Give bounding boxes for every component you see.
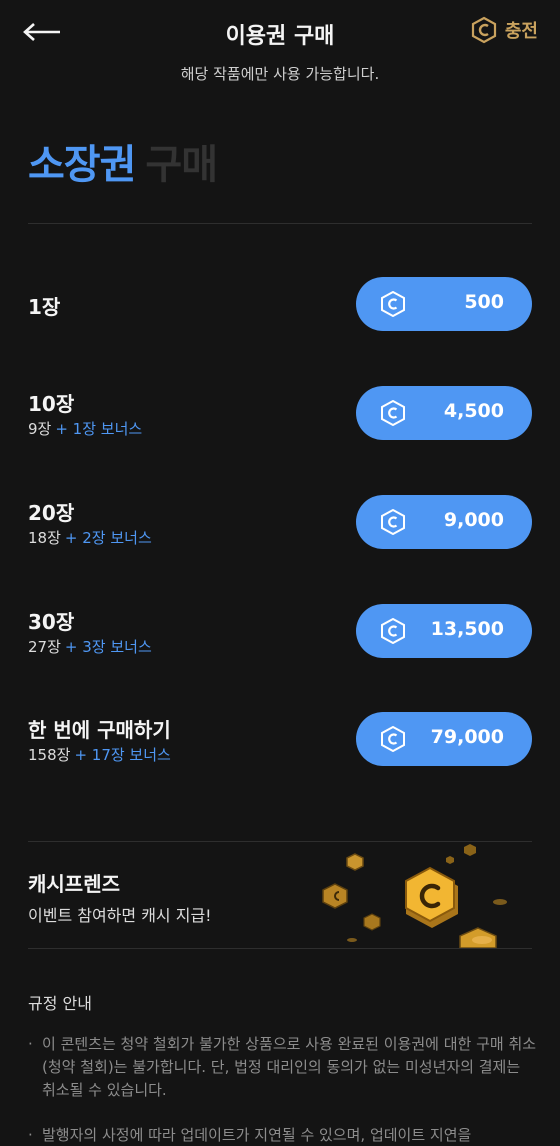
charge-label: 충전	[504, 21, 538, 42]
ticket-row: 10장 9장 + 1장 보너스 4,500	[0, 386, 560, 442]
ticket-row: 20장 18장 + 2장 보너스 9,000	[0, 495, 560, 551]
price-label: 9,000	[443, 509, 504, 531]
buy-button[interactable]: 79,000	[356, 712, 532, 766]
ticket-bonus: + 2장 보너스	[64, 529, 152, 547]
back-button[interactable]	[22, 14, 70, 50]
ticket-name: 10장	[28, 392, 75, 416]
buy-button[interactable]: 500	[356, 277, 532, 331]
ticket-detail: 18장 + 2장 보너스	[28, 527, 152, 548]
coin-icon	[471, 16, 496, 44]
buy-button[interactable]: 4,500	[356, 386, 532, 440]
ticket-base-count: 9장	[28, 420, 52, 438]
back-arrow-icon	[23, 23, 60, 41]
ticket-name: 20장	[28, 501, 75, 525]
rules-title: 규정 안내	[28, 994, 92, 1013]
ticket-base-count: 27장	[28, 638, 61, 656]
price-label: 500	[464, 291, 504, 313]
rule-item: 발행자의 사정에 따라 업데이트가 지연될 수 있으며, 업데이트 지연을	[28, 1124, 538, 1146]
ticket-base-count: 158장	[28, 746, 71, 764]
ticket-row: 한 번에 구매하기 158장 + 17장 보너스 79,000	[0, 712, 560, 768]
heading-accent: 소장권	[28, 142, 136, 188]
event-title: 캐시프렌즈	[28, 872, 120, 896]
ticket-base-count: 18장	[28, 529, 61, 547]
ticket-name: 30장	[28, 610, 75, 634]
ticket-detail: 158장 + 17장 보너스	[28, 744, 171, 765]
event-banner[interactable]: 캐시프렌즈 이벤트 참여하면 캐시 지급!	[0, 842, 560, 948]
coin-icon	[381, 291, 405, 317]
ticket-detail: 9장 + 1장 보너스	[28, 418, 142, 439]
coin-icon	[381, 509, 405, 535]
ticket-name: 한 번에 구매하기	[28, 718, 171, 742]
divider	[28, 948, 532, 949]
price-label: 4,500	[443, 400, 504, 422]
gold-coins-illustration	[322, 844, 507, 948]
usage-notice: 해당 작품에만 사용 가능합니다.	[180, 65, 380, 83]
ticket-bonus: + 17장 보너스	[74, 746, 171, 764]
buy-button[interactable]: 9,000	[356, 495, 532, 549]
ticket-row: 30장 27장 + 3장 보너스 13,500	[0, 604, 560, 660]
buy-button[interactable]: 13,500	[356, 604, 532, 658]
event-description: 이벤트 참여하면 캐시 지급!	[28, 906, 212, 925]
ticket-row: 1장 500	[0, 277, 560, 333]
charge-button[interactable]: 충전	[471, 16, 538, 44]
price-label: 13,500	[430, 618, 504, 640]
ticket-bonus: + 3장 보너스	[64, 638, 152, 656]
coin-icon	[381, 618, 405, 644]
divider	[28, 223, 532, 224]
ticket-detail: 27장 + 3장 보너스	[28, 636, 152, 657]
price-label: 79,000	[430, 726, 504, 748]
coin-icon	[381, 400, 405, 426]
heading-dim: 구매	[145, 142, 218, 188]
coin-icon	[381, 726, 405, 752]
section-heading: 소장권 구매	[28, 132, 218, 190]
ticket-bonus: + 1장 보너스	[55, 420, 143, 438]
header: 이용권 구매 충전	[0, 0, 560, 64]
rule-item: 이 콘텐츠는 청약 철회가 불가한 상품으로 사용 완료된 이용권에 대한 구매…	[28, 1033, 538, 1102]
ticket-name: 1장	[28, 295, 61, 319]
